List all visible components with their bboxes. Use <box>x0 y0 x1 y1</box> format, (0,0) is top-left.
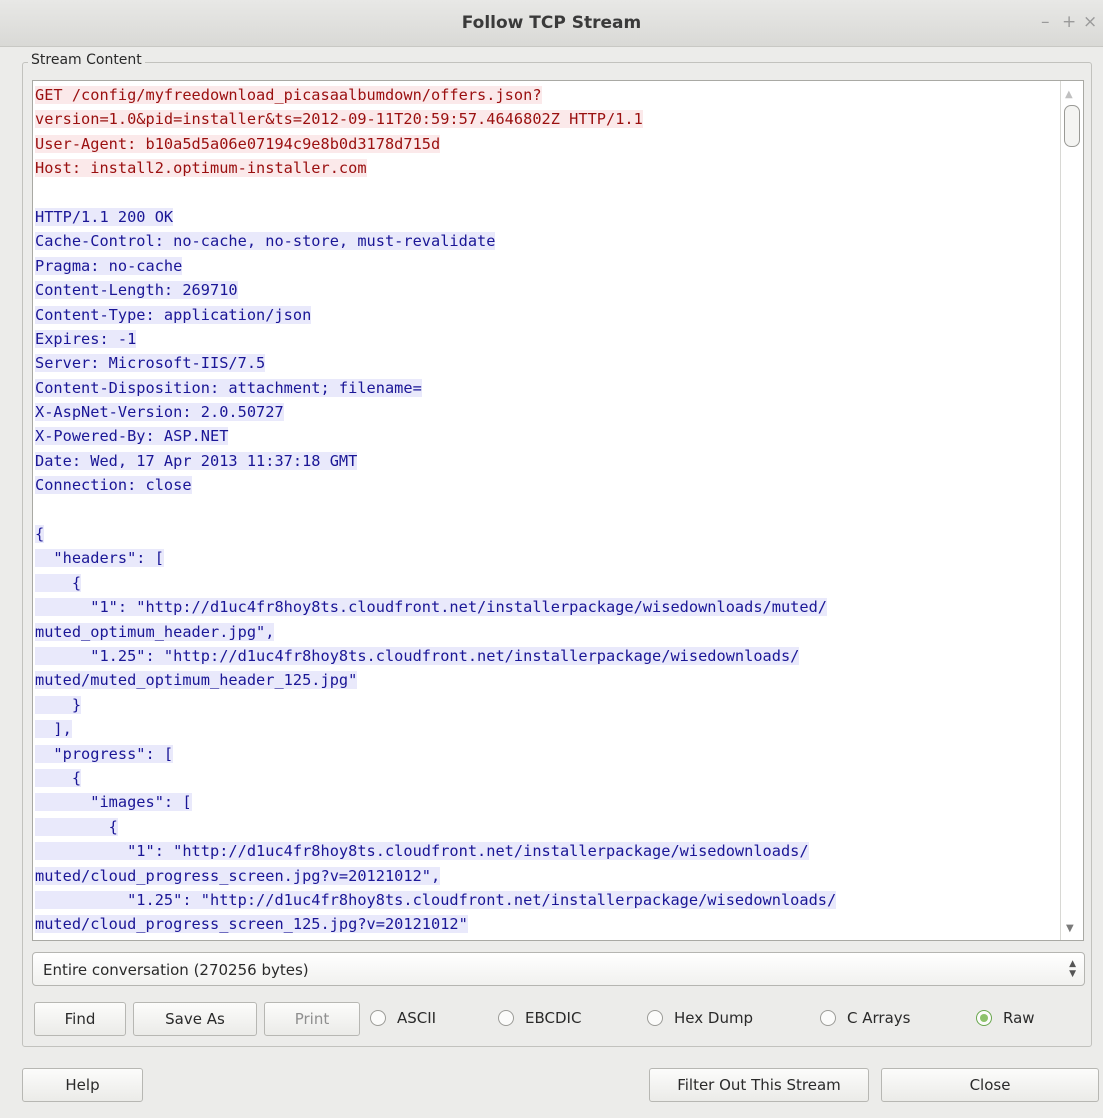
server-stream-line: "1.25": "http://d1uc4fr8hoy8ts.cloudfron… <box>35 888 1061 912</box>
server-stream-line: muted_optimum_header.jpg", <box>35 620 1061 644</box>
scrollbar-thumb[interactable] <box>1064 105 1080 147</box>
stream-line-text: X-AspNet-Version: 2.0.50727 <box>35 403 284 422</box>
server-stream-line: } <box>35 693 1061 717</box>
server-stream-line: "1": "http://d1uc4fr8hoy8ts.cloudfront.n… <box>35 595 1061 619</box>
stream-line-text: { <box>35 525 45 544</box>
stream-line-text: Connection: close <box>35 476 192 495</box>
server-stream-line: Expires: -1 <box>35 327 1061 351</box>
server-stream-line: "images": [ <box>35 790 1061 814</box>
stream-line-text: muted/muted_optimum_header_125.jpg" <box>35 671 358 690</box>
stream-lines: GET /config/myfreedownload_picasaalbumdo… <box>35 83 1061 937</box>
stream-line-text: Expires: -1 <box>35 329 137 348</box>
radio-label: Raw <box>1003 1009 1035 1027</box>
stream-line-text: "images": [ <box>35 793 192 812</box>
server-stream-line: Connection: close <box>35 473 1061 497</box>
stream-line-text: muted/cloud_progress_screen.jpg?v=201210… <box>35 866 441 885</box>
stream-line-text: "progress": [ <box>35 744 174 763</box>
radio-label: EBCDIC <box>525 1009 582 1027</box>
filter-out-stream-button[interactable]: Filter Out This Stream <box>649 1068 869 1102</box>
server-stream-line: ], <box>35 717 1061 741</box>
stream-line-text: X-Powered-By: ASP.NET <box>35 427 229 446</box>
stream-line-text: "1": "http://d1uc4fr8hoy8ts.cloudfront.n… <box>35 598 828 617</box>
stream-line-text: GET /config/myfreedownload_picasaalbumdo… <box>35 86 542 104</box>
stream-line-text: } <box>35 695 82 714</box>
stream-line-text: Content-Length: 269710 <box>35 281 238 300</box>
stream-line-text: Content-Disposition: attachment; filenam… <box>35 378 422 397</box>
client-stream-line: version=1.0&pid=installer&ts=2012-09-11T… <box>35 107 1061 131</box>
server-stream-line: muted/cloud_progress_screen_125.jpg?v=20… <box>35 912 1061 936</box>
stream-line-text: Host: install2.optimum-installer.com <box>35 159 367 178</box>
server-stream-line: Pragma: no-cache <box>35 254 1061 278</box>
stream-line-text: version=1.0&pid=installer&ts=2012-09-11T… <box>35 110 643 129</box>
stream-line-text: "1": "http://d1uc4fr8hoy8ts.cloudfront.n… <box>35 842 809 861</box>
server-stream-line: Content-Length: 269710 <box>35 278 1061 302</box>
close-button[interactable]: Close <box>881 1068 1099 1102</box>
radio-indicator <box>976 1010 992 1026</box>
server-stream-line: "headers": [ <box>35 546 1061 570</box>
server-stream-line: { <box>35 522 1061 546</box>
radio-indicator <box>498 1010 514 1026</box>
stream-line-text: { <box>35 817 118 836</box>
server-stream-line: Cache-Control: no-cache, no-store, must-… <box>35 229 1061 253</box>
window-title: Follow TCP Stream <box>461 13 642 33</box>
client-stream-line: GET /config/myfreedownload_picasaalbumdo… <box>35 83 1061 107</box>
server-stream-line: Content-Type: application/json <box>35 303 1061 327</box>
stream-line-text: { <box>35 573 82 592</box>
print-button[interactable]: Print <box>264 1002 360 1036</box>
stream-line-text: Pragma: no-cache <box>35 256 183 275</box>
server-stream-line: { <box>35 815 1061 839</box>
server-stream-line: "1.25": "http://d1uc4fr8hoy8ts.cloudfron… <box>35 644 1061 668</box>
server-stream-line: HTTP/1.1 200 OK <box>35 205 1061 229</box>
scroll-up-arrow-icon[interactable]: ▲ <box>1065 89 1073 100</box>
server-stream-line: { <box>35 571 1061 595</box>
server-stream-line: muted/cloud_progress_screen.jpg?v=201210… <box>35 864 1061 888</box>
stream-line-text: User-Agent: b10a5d5a06e07194c9e8b0d3178d… <box>35 134 441 153</box>
conversation-select[interactable]: Entire conversation (270256 bytes) ▲ ▼ <box>32 952 1085 986</box>
server-stream-line: "1": "http://d1uc4fr8hoy8ts.cloudfront.n… <box>35 839 1061 863</box>
stream-line-text: muted_optimum_header.jpg", <box>35 622 275 641</box>
scroll-down-arrow-icon[interactable]: ▼ <box>1066 923 1074 934</box>
server-stream-line: Date: Wed, 17 Apr 2013 11:37:18 GMT <box>35 449 1061 473</box>
server-stream-line: X-AspNet-Version: 2.0.50727 <box>35 400 1061 424</box>
stream-content-label: Stream Content <box>28 52 145 68</box>
stream-line-text: Server: Microsoft-IIS/7.5 <box>35 354 266 373</box>
server-stream-line: Server: Microsoft-IIS/7.5 <box>35 351 1061 375</box>
save-as-button[interactable]: Save As <box>133 1002 257 1036</box>
stream-line-text: muted/cloud_progress_screen_125.jpg?v=20… <box>35 915 468 934</box>
stream-line-text: Date: Wed, 17 Apr 2013 11:37:18 GMT <box>35 451 358 470</box>
stream-line-text: "1.25": "http://d1uc4fr8hoy8ts.cloudfron… <box>35 646 800 665</box>
radio-indicator <box>647 1010 663 1026</box>
stream-line-text: "1.25": "http://d1uc4fr8hoy8ts.cloudfron… <box>35 890 837 909</box>
server-stream-line: Content-Disposition: attachment; filenam… <box>35 376 1061 400</box>
client-stream-line: Host: install2.optimum-installer.com <box>35 156 1061 180</box>
radio-label: C Arrays <box>847 1009 911 1027</box>
radio-label: ASCII <box>397 1009 437 1027</box>
close-icon[interactable]: × <box>1083 12 1097 32</box>
help-button[interactable]: Help <box>22 1068 143 1102</box>
radio-indicator <box>820 1010 836 1026</box>
minimize-icon[interactable]: – <box>1041 12 1050 32</box>
stream-line-text: Cache-Control: no-cache, no-store, must-… <box>35 232 496 251</box>
vertical-scrollbar[interactable]: ▲ ▼ <box>1060 81 1083 940</box>
stream-line-text: { <box>35 768 82 787</box>
radio-label: Hex Dump <box>674 1009 754 1027</box>
radio-indicator <box>370 1010 386 1026</box>
client-stream-line: User-Agent: b10a5d5a06e07194c9e8b0d3178d… <box>35 132 1061 156</box>
server-stream-line: { <box>35 766 1061 790</box>
stream-line-text: Content-Type: application/json <box>35 305 312 324</box>
server-stream-line: "progress": [ <box>35 742 1061 766</box>
server-stream-line: muted/muted_optimum_header_125.jpg" <box>35 668 1061 692</box>
stream-line-text: ], <box>35 720 72 739</box>
find-button[interactable]: Find <box>34 1002 126 1036</box>
updown-arrows-icon: ▲ ▼ <box>1069 959 1076 979</box>
stream-text-area[interactable]: GET /config/myfreedownload_picasaalbumdo… <box>32 80 1084 941</box>
title-bar[interactable]: Follow TCP Stream – + × <box>0 0 1103 47</box>
stream-line-text: "headers": [ <box>35 549 164 568</box>
server-stream-line: X-Powered-By: ASP.NET <box>35 424 1061 448</box>
conversation-select-value: Entire conversation (270256 bytes) <box>43 961 309 979</box>
maximize-icon[interactable]: + <box>1062 12 1076 32</box>
stream-line-text: HTTP/1.1 200 OK <box>35 207 174 226</box>
